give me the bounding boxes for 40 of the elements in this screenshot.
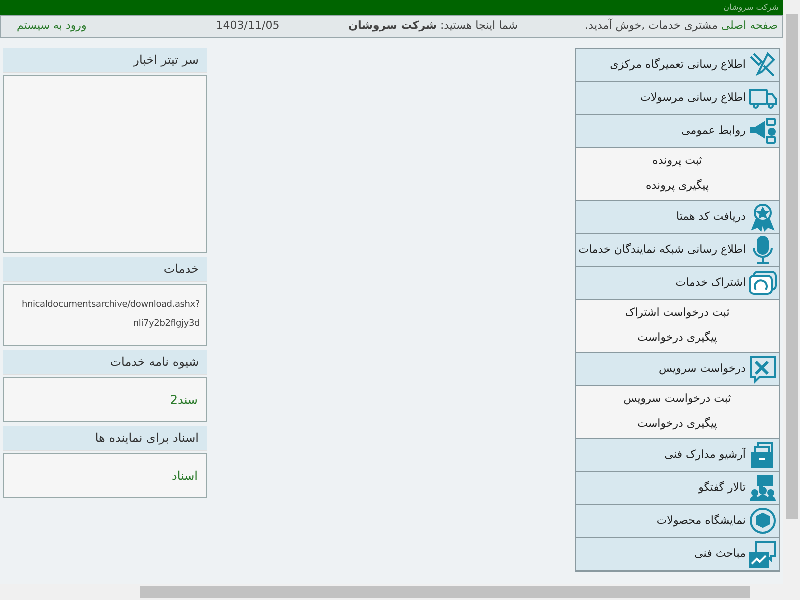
menu-item[interactable]: تالار گفتگو (576, 472, 779, 505)
refresh-card-icon (748, 268, 778, 298)
menu-item[interactable]: روابط عمومی (576, 115, 779, 148)
cube-icon (748, 506, 778, 536)
menu-item[interactable]: نمایشگاه محصولات (576, 505, 779, 538)
url-text: hnicaldocumentsarchive/download.ashx? (20, 298, 201, 312)
location-text: شما اینجا هستید: شرکت سروشان (348, 18, 518, 34)
chart-bubble-icon (748, 539, 778, 569)
submenu-link[interactable]: پیگیری پرونده (646, 174, 709, 199)
document-link[interactable]: اسناد (4, 466, 206, 484)
submenu-link[interactable]: پیگیری درخواست (638, 412, 718, 437)
submenu-link[interactable]: ثبت درخواست اشتراک (625, 301, 730, 326)
people-chat-icon (748, 473, 778, 503)
tools-bubble-icon (748, 354, 778, 384)
panel-header: اسناد برای نماینده ها (3, 426, 207, 451)
date-text: 1403/11/05 (215, 18, 281, 34)
submenu-link[interactable]: ثبت پرونده (652, 149, 702, 174)
panel-header: خدمات (3, 257, 207, 282)
welcome-text: مشتری خدمات ,خوش آمدید. (584, 18, 718, 34)
megaphone-icon (748, 116, 778, 146)
login-link[interactable]: ورود به سیستم (5, 18, 87, 35)
scrollbar-thumb[interactable] (786, 14, 798, 519)
panel-header: سر تیتر اخبار (3, 48, 207, 73)
menu-item[interactable]: اطلاع رسانی شبکه نمایندگان خدمات (576, 234, 779, 267)
menu-item[interactable]: مباحث فنی (576, 538, 779, 571)
submenu-link[interactable]: پیگیری درخواست (638, 326, 718, 351)
top-bar-title: شرکت سروشان (724, 2, 779, 14)
horizontal-scrollbar[interactable] (0, 584, 800, 600)
medal-icon (748, 202, 778, 232)
panel-header: شیوه نامه خدمات (3, 350, 207, 375)
home-link[interactable]: صفحه اصلی (718, 18, 778, 35)
submenu-link[interactable]: ثبت درخواست سرویس (624, 387, 732, 412)
url-text: nli7y2b2flgjy3d (132, 318, 201, 331)
scrollbar-thumb[interactable] (140, 586, 750, 598)
menu-item[interactable]: اطلاع رسانی تعمیرگاه مرکزی (576, 49, 779, 82)
document-link[interactable]: سند2 (4, 390, 206, 408)
vertical-scrollbar[interactable] (783, 0, 800, 584)
menu-item[interactable]: درخواست سرویس (576, 353, 779, 386)
menu-item[interactable]: آرشیو مدارک فنی (576, 439, 779, 472)
menu-item[interactable]: دریافت کد همتا (576, 201, 779, 234)
